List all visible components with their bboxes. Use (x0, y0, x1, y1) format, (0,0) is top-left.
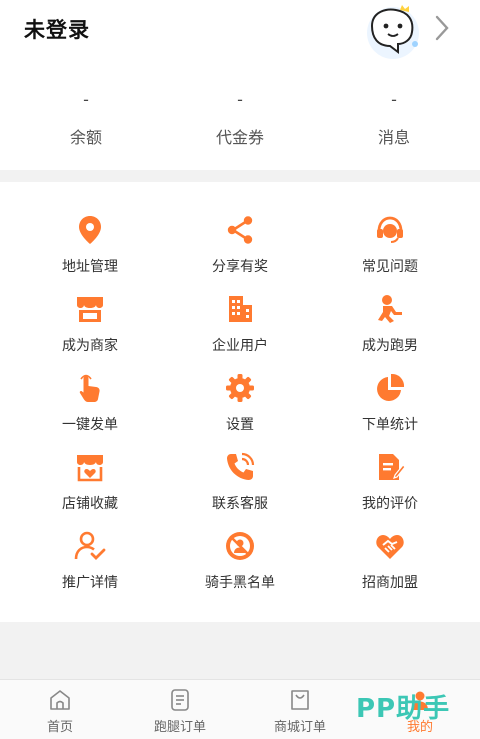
tab-home[interactable]: 首页 (0, 680, 120, 739)
menu-item-label: 分享有奖 (212, 259, 268, 275)
headset-support-icon (377, 216, 403, 243)
tab-label: 商城订单 (273, 720, 326, 735)
phone-call-icon (227, 452, 255, 480)
menu-item-address[interactable]: 地址管理 (10, 214, 170, 293)
handshake-heart-icon (376, 535, 404, 559)
voucher-value: - (237, 90, 243, 109)
menu-item-share[interactable]: 分享有奖 (160, 214, 320, 293)
menu-item-settings[interactable]: 设置 (160, 372, 320, 451)
profile-header: 未登录 - 余额 - 代金券 - 消息 (0, 0, 480, 170)
shopping-bag-icon (291, 690, 309, 710)
tap-hand-icon (79, 374, 100, 402)
menu-item-label: 地址管理 (62, 259, 118, 275)
messages-stat[interactable]: - 消息 (329, 88, 459, 148)
menu-item-runner[interactable]: 成为跑男 (310, 293, 470, 372)
menu-item-label: 骑手黑名单 (205, 575, 275, 591)
menu-item-contact-service[interactable]: 联系客服 (160, 451, 320, 530)
menu-item-rider-blacklist[interactable]: 骑手黑名单 (160, 530, 320, 609)
chevron-right-icon[interactable] (432, 14, 452, 42)
menu-item-label: 推广详情 (62, 575, 118, 591)
menu-item-order-stats[interactable]: 下单统计 (310, 372, 470, 451)
blocked-user-icon (226, 532, 254, 560)
messages-label: 消息 (377, 128, 410, 147)
menu-item-label: 常见问题 (362, 259, 418, 275)
edit-document-icon (379, 454, 406, 480)
menu-item-my-reviews[interactable]: 我的评价 (310, 451, 470, 530)
tab-errand-orders[interactable]: 跑腿订单 (120, 680, 240, 739)
menu-item-store-favorites[interactable]: 店铺收藏 (10, 451, 170, 530)
gear-icon (226, 374, 254, 402)
balance-value: - (83, 90, 89, 109)
menu-item-franchise[interactable]: 招商加盟 (310, 530, 470, 609)
order-list-icon (171, 689, 189, 711)
store-heart-icon (77, 455, 103, 482)
menu-item-label: 招商加盟 (362, 575, 418, 591)
voucher-stat[interactable]: - 代金券 (175, 88, 305, 148)
voucher-label: 代金券 (215, 128, 264, 147)
messages-value: - (391, 90, 397, 109)
menu-item-enterprise[interactable]: 企业用户 (160, 293, 320, 372)
user-check-icon (74, 531, 106, 560)
menu-item-merchant[interactable]: 成为商家 (10, 293, 170, 372)
location-pin-icon (79, 216, 101, 244)
tab-mall-orders[interactable]: 商城订单 (240, 680, 360, 739)
menu-item-label: 下单统计 (362, 417, 418, 433)
menu-item-promotion-details[interactable]: 推广详情 (10, 530, 170, 609)
balance-label: 余额 (69, 128, 102, 147)
runner-icon (378, 295, 402, 323)
menu-item-label: 店铺收藏 (62, 496, 118, 512)
building-icon (229, 296, 252, 322)
tab-label: 首页 (46, 720, 73, 735)
avatar[interactable] (362, 4, 424, 62)
menu-item-label: 设置 (226, 417, 254, 433)
menu-item-label: 一键发单 (62, 417, 118, 433)
menu-grid: 地址管理 分享有奖 常见问题 成为商家 企业用户 成为跑男 一键发单 设置 下单… (0, 182, 480, 622)
storefront-icon (77, 297, 103, 322)
menu-item-label: 我的评价 (362, 496, 418, 512)
balance-stat[interactable]: - 余额 (21, 88, 151, 148)
home-icon (50, 690, 70, 710)
menu-item-label: 联系客服 (212, 496, 268, 512)
tab-label: 跑腿订单 (153, 720, 206, 735)
menu-item-one-click-order[interactable]: 一键发单 (10, 372, 170, 451)
menu-item-faq[interactable]: 常见问题 (310, 214, 470, 293)
menu-item-label: 成为商家 (62, 338, 118, 354)
login-status-title[interactable]: 未登录 (24, 14, 90, 44)
menu-item-label: 成为跑男 (362, 338, 418, 354)
watermark-text: PP助手 (356, 694, 451, 724)
pie-chart-icon (377, 373, 405, 401)
share-icon (227, 216, 253, 244)
menu-item-label: 企业用户 (212, 338, 268, 354)
